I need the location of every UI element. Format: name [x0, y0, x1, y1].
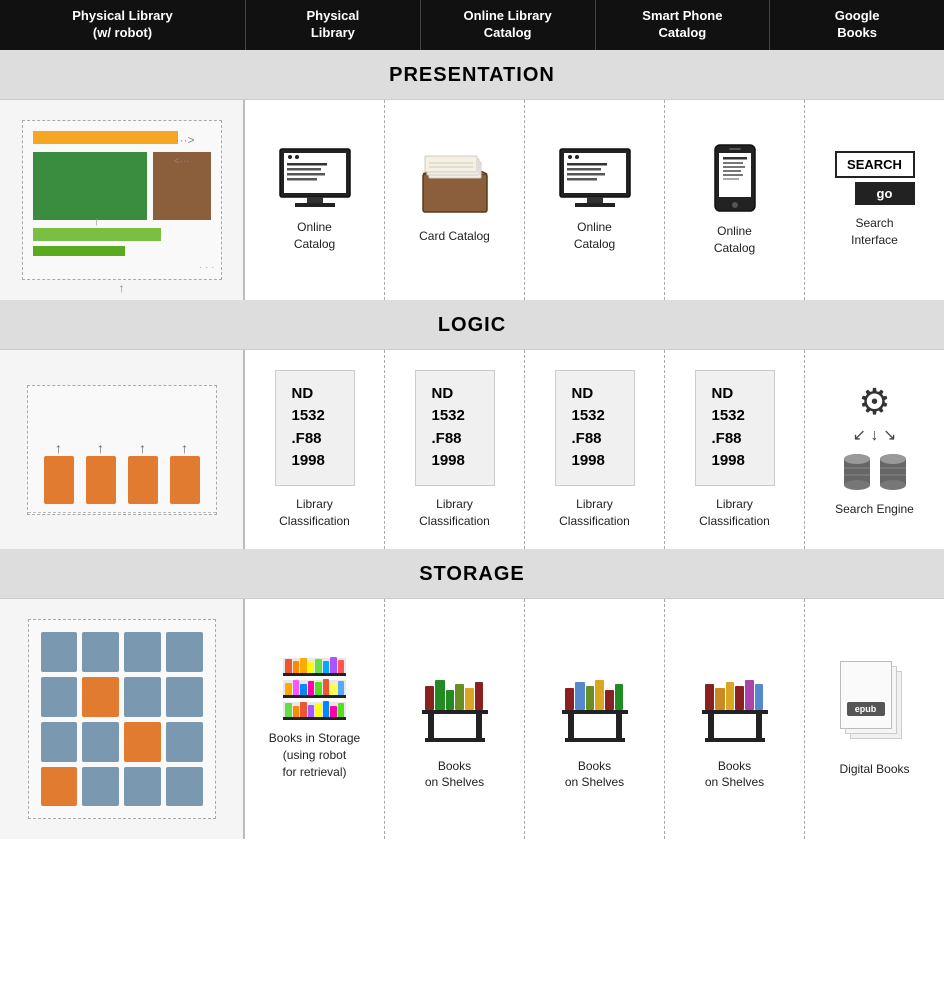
classification-card-2: ND1532.F881998 — [415, 370, 495, 486]
phone-icon — [713, 143, 757, 213]
db-icon-1 — [843, 453, 871, 491]
logic-smartphone: ND1532.F881998 LibraryClassification — [665, 350, 805, 550]
logic-label-5: Search Engine — [835, 501, 914, 518]
logic-label-2: LibraryClassification — [419, 496, 490, 530]
logic-google: ⚙ ↙ ↓ ↘ — [805, 350, 944, 550]
logic-cols: ND1532.F881998 LibraryClassification ND1… — [245, 350, 944, 550]
books-shelf-icon-3 — [700, 648, 770, 748]
storage-physical: Bookson Shelves — [385, 599, 525, 839]
storage-google: epub Digital Books — [805, 599, 944, 839]
presentation-label-3: OnlineCatalog — [574, 219, 615, 253]
header-col-2: Online LibraryCatalog — [420, 0, 595, 50]
storage-label-5: Digital Books — [839, 761, 909, 778]
header: Physical Library(w/ robot) PhysicalLibra… — [0, 0, 944, 50]
presentation-google-books: SEARCH go SearchInterface — [805, 100, 944, 300]
logic-section: ↑ ↑ ↑ ↑ ND1532.F881998 Libra — [0, 349, 944, 550]
presentation-label: PRESENTATION — [0, 50, 944, 99]
storage-label-2: Bookson Shelves — [425, 758, 484, 792]
storage-left — [0, 599, 245, 839]
logic-physical-robot: ND1532.F881998 LibraryClassification — [245, 350, 385, 550]
card-catalog-icon — [419, 154, 491, 218]
storage-section: Books in Storage(using robotfor retrieva… — [0, 598, 944, 839]
storage-online: Bookson Shelves — [525, 599, 665, 839]
logic-label-4: LibraryClassification — [699, 496, 770, 530]
logic-label-3: LibraryClassification — [559, 496, 630, 530]
storage-label-1: Books in Storage(using robotfor retrieva… — [269, 730, 360, 780]
storage-label-4: Bookson Shelves — [705, 758, 764, 792]
presentation-label-1: OnlineCatalog — [294, 219, 335, 253]
header-col-4: GoogleBooks — [769, 0, 944, 50]
logic-physical: ND1532.F881998 LibraryClassification — [385, 350, 525, 550]
logic-online: ND1532.F881998 LibraryClassification — [525, 350, 665, 550]
books-shelf-icon-2 — [560, 648, 630, 748]
header-col-1: PhysicalLibrary — [245, 0, 420, 50]
presentation-label-5: SearchInterface — [851, 215, 898, 249]
presentation-physical-library: OnlineCatalog — [245, 100, 385, 300]
classification-card-1: ND1532.F881998 — [275, 370, 355, 486]
storage-label: STORAGE — [0, 549, 944, 598]
presentation-online-catalog: OnlineCatalog — [525, 100, 665, 300]
presentation-cols: OnlineCatalog Card Catalog — [245, 100, 944, 300]
storage-smartphone: Bookson Shelves — [665, 599, 805, 839]
classification-card-4: ND1532.F881998 — [695, 370, 775, 486]
logic-label-1: LibraryClassification — [279, 496, 350, 530]
header-col-3: Smart PhoneCatalog — [595, 0, 770, 50]
books-storage-icon — [283, 658, 346, 720]
storage-label-3: Bookson Shelves — [565, 758, 624, 792]
db-icon-2 — [879, 453, 907, 491]
presentation-card-catalog: Card Catalog — [385, 100, 525, 300]
presentation-smartphone: OnlineCatalog — [665, 100, 805, 300]
monitor-icon-1 — [275, 147, 355, 209]
header-col-0: Physical Library(w/ robot) — [0, 0, 245, 50]
monitor-icon-2 — [555, 147, 635, 209]
storage-robot: Books in Storage(using robotfor retrieva… — [245, 599, 385, 839]
search-interface-icon: SEARCH go — [835, 151, 915, 205]
search-engine-icon: ⚙ ↙ ↓ ↘ — [843, 381, 907, 491]
storage-cols: Books in Storage(using robotfor retrieva… — [245, 599, 944, 839]
presentation-label-4: OnlineCatalog — [714, 223, 755, 257]
books-shelf-icon-1 — [420, 648, 490, 748]
logic-label: LOGIC — [0, 300, 944, 349]
presentation-label-2: Card Catalog — [419, 228, 490, 245]
presentation-left: ···> <··· ↑ ↑ · · · — [0, 100, 245, 300]
presentation-section: ···> <··· ↑ ↑ · · · — [0, 99, 944, 300]
classification-card-3: ND1532.F881998 — [555, 370, 635, 486]
digital-books-icon: epub — [836, 661, 914, 751]
logic-left: ↑ ↑ ↑ ↑ — [0, 350, 245, 550]
